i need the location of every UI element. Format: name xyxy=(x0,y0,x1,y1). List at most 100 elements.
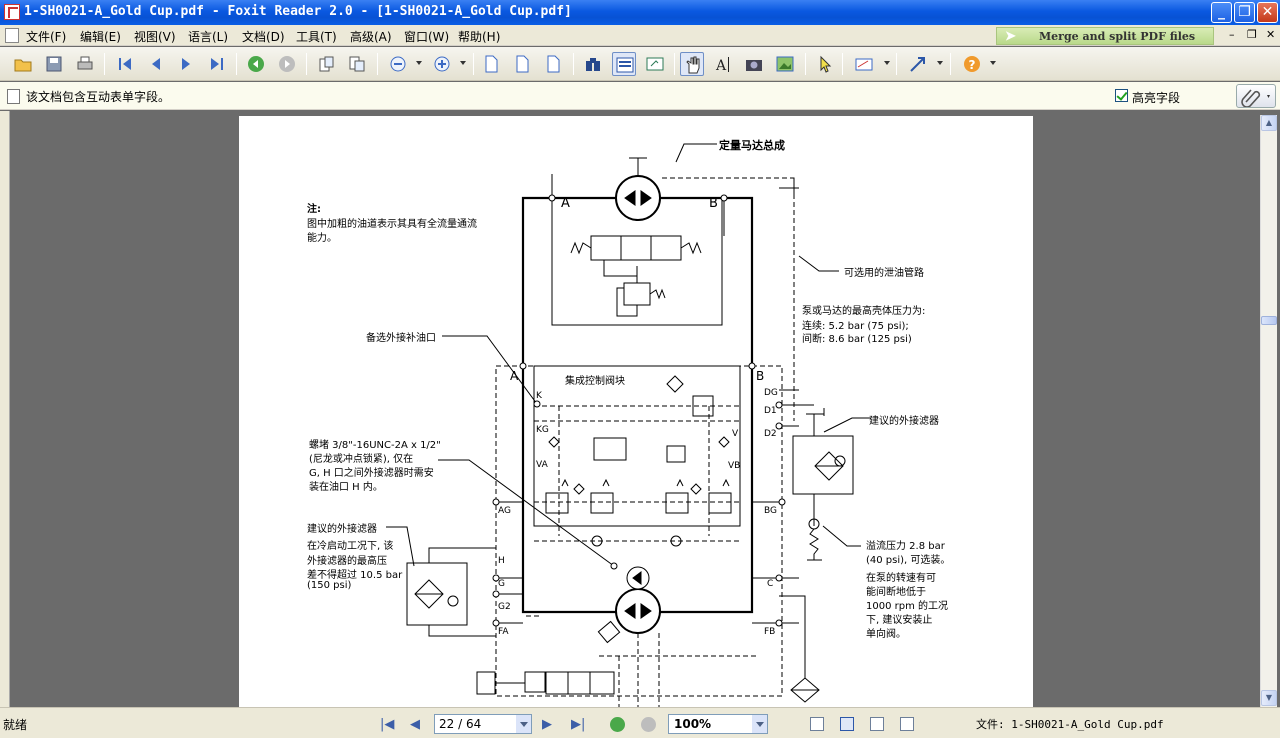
status-last-page-icon[interactable]: ▶| xyxy=(571,717,585,732)
zoom-out-icon[interactable] xyxy=(386,52,410,76)
toolbar: A ? xyxy=(0,47,1280,81)
relief-note-line3: 在泵的转速有可 xyxy=(866,573,936,584)
page-number-field[interactable]: 22 / 64 xyxy=(434,714,532,734)
print-icon[interactable] xyxy=(73,52,97,76)
forward-icon[interactable] xyxy=(275,52,299,76)
port-label-fb: FB xyxy=(764,627,776,637)
status-next-page-icon[interactable]: ▶ xyxy=(542,717,552,732)
port-label-d1: D1 xyxy=(764,406,777,416)
save-icon[interactable] xyxy=(42,52,66,76)
status-previous-page-icon[interactable]: ◀ xyxy=(410,717,420,732)
form-info-message: 该文档包含互动表单字段。 xyxy=(26,90,171,104)
plug-note-line2: (尼龙或冲点锁紧), 仅在 xyxy=(309,454,414,465)
arrow-tool-dropdown-icon[interactable] xyxy=(937,61,943,65)
menu-edit[interactable]: 编辑(E) xyxy=(80,28,121,45)
rotate-left-icon[interactable] xyxy=(314,52,338,76)
svg-text:?: ? xyxy=(969,58,976,72)
actual-size-icon[interactable] xyxy=(479,52,503,76)
continuous-page-icon[interactable] xyxy=(840,717,854,731)
continuous-view-icon[interactable] xyxy=(612,52,636,76)
port-label-a: A xyxy=(561,196,570,211)
scroll-thumb[interactable] xyxy=(1261,316,1277,325)
annotation-dropdown-icon[interactable] xyxy=(884,61,890,65)
menu-tools[interactable]: 工具(T) xyxy=(296,28,337,45)
minimize-button[interactable]: _ xyxy=(1211,2,1232,23)
previous-page-icon[interactable] xyxy=(144,52,168,76)
status-forward-icon[interactable] xyxy=(641,717,656,732)
relief-note-line1: 溢流压力 2.8 bar xyxy=(866,541,945,552)
find-icon[interactable] xyxy=(581,52,605,76)
zoom-in-dropdown-icon[interactable] xyxy=(460,61,466,65)
highlight-fields-label[interactable]: 高亮字段 xyxy=(1132,89,1180,106)
status-first-page-icon[interactable]: |◀ xyxy=(380,717,394,732)
annotation-icon[interactable] xyxy=(852,52,876,76)
port-label-ag: AG xyxy=(498,506,511,516)
navigation-panel-strip[interactable] xyxy=(0,111,10,707)
port-label-vb: VB xyxy=(728,461,741,471)
continuous-facing-icon[interactable] xyxy=(900,717,914,731)
port-label-b2: B xyxy=(756,369,765,383)
fit-page-icon[interactable] xyxy=(510,52,534,76)
port-label-bg: BG xyxy=(764,506,777,516)
menu-language[interactable]: 语言(L) xyxy=(188,28,228,45)
bookmark-panel-icon[interactable] xyxy=(643,52,667,76)
menu-file[interactable]: 文件(F) xyxy=(26,28,66,45)
filter-left-line3: 差不得超过 10.5 bar xyxy=(307,570,403,581)
image-select-icon[interactable] xyxy=(773,52,797,76)
doc-close-icon[interactable]: ✕ xyxy=(1266,28,1275,41)
zoom-in-icon[interactable] xyxy=(430,52,454,76)
port-label-b: B xyxy=(709,196,718,211)
first-page-icon[interactable] xyxy=(113,52,137,76)
menu-window[interactable]: 窗口(W) xyxy=(404,28,449,45)
last-page-icon[interactable] xyxy=(205,52,229,76)
restore-button[interactable]: ❐ xyxy=(1234,2,1255,23)
doc-minimize-icon[interactable]: – xyxy=(1229,28,1235,41)
facing-page-icon[interactable] xyxy=(870,717,884,731)
back-icon[interactable] xyxy=(244,52,268,76)
port-label-a2: A xyxy=(510,369,519,383)
highlight-fields-checkbox[interactable] xyxy=(1115,89,1128,102)
vertical-scrollbar[interactable]: ▲ ▼ xyxy=(1260,115,1277,707)
snapshot-icon[interactable] xyxy=(742,52,766,76)
menu-help[interactable]: 帮助(H) xyxy=(458,28,500,45)
help-dropdown-icon[interactable] xyxy=(990,61,996,65)
help-icon[interactable]: ? xyxy=(960,52,984,76)
note-body-line2: 能力。 xyxy=(307,233,337,244)
port-label-fa: FA xyxy=(498,627,509,637)
note-title: 注: xyxy=(307,204,321,215)
arrow-tool-icon[interactable] xyxy=(906,52,930,76)
select-arrow-icon[interactable] xyxy=(813,52,837,76)
scroll-up-button[interactable]: ▲ xyxy=(1261,115,1277,131)
hand-tool-icon[interactable] xyxy=(680,52,704,76)
page-dropdown-icon[interactable] xyxy=(516,715,531,733)
status-back-icon[interactable] xyxy=(610,717,625,732)
status-bar: 就绪 |◀ ◀ 22 / 64 ▶ ▶| 100% 文件: 1-SH0021-A… xyxy=(0,707,1280,738)
zoom-out-dropdown-icon[interactable] xyxy=(416,61,422,65)
svg-text:A: A xyxy=(715,58,727,73)
filter-left-line4: (150 psi) xyxy=(307,580,352,591)
relief-note-line2: (40 psi), 可选装。 xyxy=(866,555,951,566)
fit-width-icon[interactable] xyxy=(541,52,565,76)
menu-advanced[interactable]: 高级(A) xyxy=(350,28,392,45)
pdf-page[interactable]: 定量马达总成 注: 图中加粗的油道表示其具有全流量通流 能力。 A B 可选用的… xyxy=(239,116,1033,707)
aux-charge-port-label: 备选外接补油口 xyxy=(366,333,436,344)
close-button[interactable]: ✕ xyxy=(1257,2,1278,23)
menu-document[interactable]: 文档(D) xyxy=(242,28,285,45)
app-icon[interactable] xyxy=(4,4,20,20)
zoom-dropdown-icon[interactable] xyxy=(752,715,767,733)
menu-view[interactable]: 视图(V) xyxy=(134,28,176,45)
attachment-button[interactable] xyxy=(1236,84,1276,108)
arrow-icon: ➤ xyxy=(1005,29,1016,44)
zoom-field[interactable]: 100% xyxy=(668,714,768,734)
doc-restore-icon[interactable]: ❐ xyxy=(1247,28,1257,41)
rotate-right-icon[interactable] xyxy=(345,52,369,76)
paperclip-icon xyxy=(1241,89,1270,108)
document-icon[interactable] xyxy=(5,28,19,43)
next-page-icon[interactable] xyxy=(174,52,198,76)
merge-split-banner[interactable]: ➤ Merge and split PDF files xyxy=(996,27,1214,45)
single-page-icon[interactable] xyxy=(810,717,824,731)
case-pressure-line3: 间断: 8.6 bar (125 psi) xyxy=(802,334,912,345)
open-icon[interactable] xyxy=(11,52,35,76)
text-select-icon[interactable]: A xyxy=(711,52,735,76)
scroll-down-button[interactable]: ▼ xyxy=(1261,690,1277,706)
